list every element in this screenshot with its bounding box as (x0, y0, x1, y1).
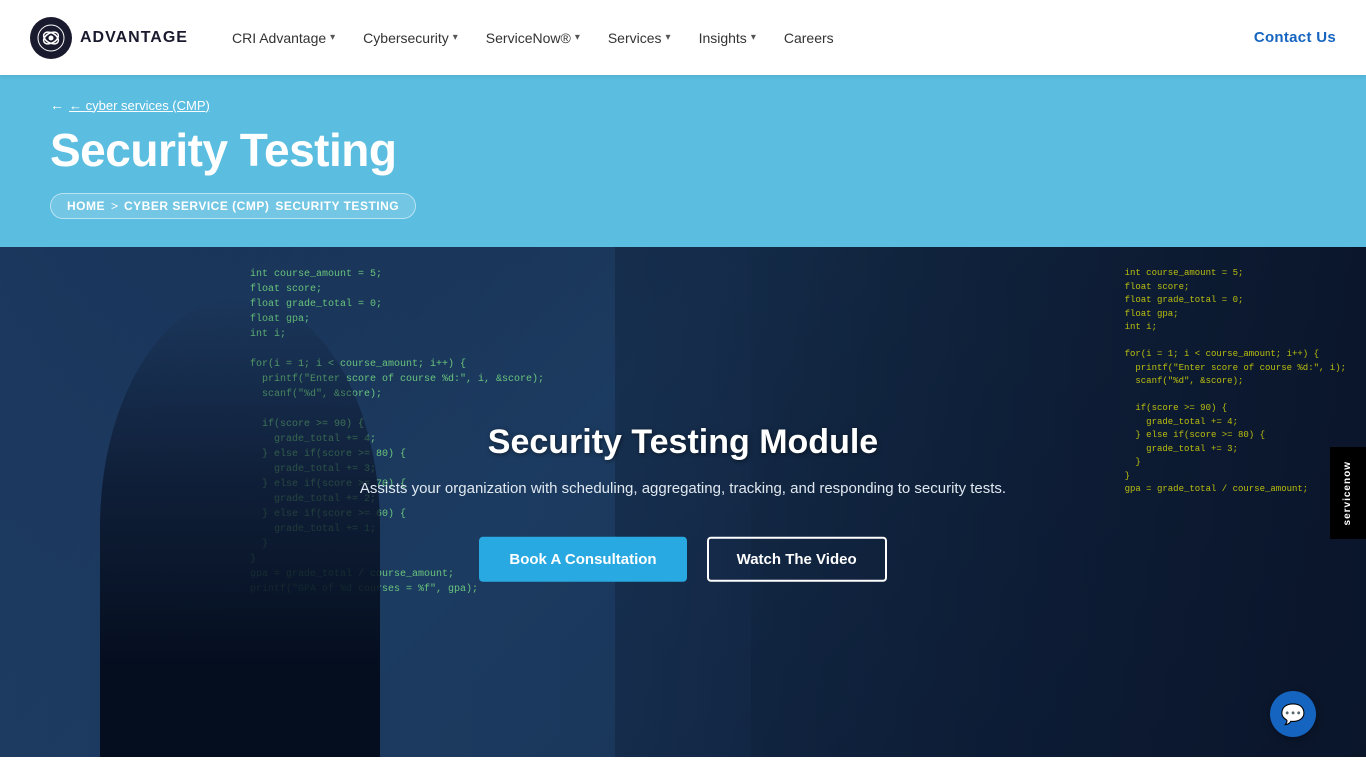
chat-button[interactable]: 💬 (1270, 691, 1316, 737)
navbar: ADVANTAGE CRI Advantage ▾ Cybersecurity … (0, 0, 1366, 75)
servicenow-tab[interactable]: servicenow (1330, 447, 1366, 539)
nav-item-cybersecurity[interactable]: Cybersecurity ▾ (349, 20, 472, 56)
hero-buttons: Book A Consultation Watch The Video (333, 536, 1033, 581)
page-title: Security Testing (50, 123, 1316, 177)
back-link[interactable]: ← ← cyber services (CMP) (50, 97, 1316, 113)
logo-icon (30, 17, 72, 59)
nav-item-servicenow[interactable]: ServiceNow® ▾ (472, 20, 594, 56)
hero-subtitle: Assists your organization with schedulin… (333, 478, 1033, 501)
breadcrumb-current: SECURITY TESTING (275, 199, 399, 213)
nav-item-cri[interactable]: CRI Advantage ▾ (218, 20, 349, 56)
chevron-down-icon: ▾ (453, 32, 458, 43)
hero-content: Security Testing Module Assists your org… (333, 423, 1033, 582)
page-header: ← ← cyber services (CMP) Security Testin… (0, 75, 1366, 247)
book-consultation-button[interactable]: Book A Consultation (479, 536, 686, 581)
breadcrumb-home[interactable]: HOME (67, 199, 105, 213)
nav-item-careers[interactable]: Careers (770, 20, 848, 56)
nav-item-insights[interactable]: Insights ▾ (685, 20, 770, 56)
chevron-down-icon: ▾ (751, 32, 756, 43)
chevron-down-icon: ▾ (330, 32, 335, 43)
nav-item-services[interactable]: Services ▾ (594, 20, 685, 56)
navbar-left: ADVANTAGE CRI Advantage ▾ Cybersecurity … (30, 17, 848, 59)
logo-text: ADVANTAGE (80, 29, 188, 47)
hero-section: int course_amount = 5; float score; floa… (0, 247, 1366, 757)
contact-us-button[interactable]: Contact Us (1254, 29, 1336, 46)
hero-title: Security Testing Module (333, 423, 1033, 462)
chevron-down-icon: ▾ (575, 32, 580, 43)
watch-video-button[interactable]: Watch The Video (707, 536, 887, 581)
logo[interactable]: ADVANTAGE (30, 17, 188, 59)
back-arrow-icon: ← (50, 97, 64, 113)
chat-icon: 💬 (1281, 702, 1306, 727)
chevron-down-icon: ▾ (666, 32, 671, 43)
nav-links: CRI Advantage ▾ Cybersecurity ▾ ServiceN… (218, 20, 848, 56)
breadcrumb: HOME > CYBER SERVICE (CMP) SECURITY TEST… (50, 193, 416, 219)
servicenow-tab-label: servicenow (1342, 461, 1354, 525)
breadcrumb-separator: > (111, 199, 118, 213)
breadcrumb-parent[interactable]: CYBER SERVICE (CMP) (124, 199, 269, 213)
